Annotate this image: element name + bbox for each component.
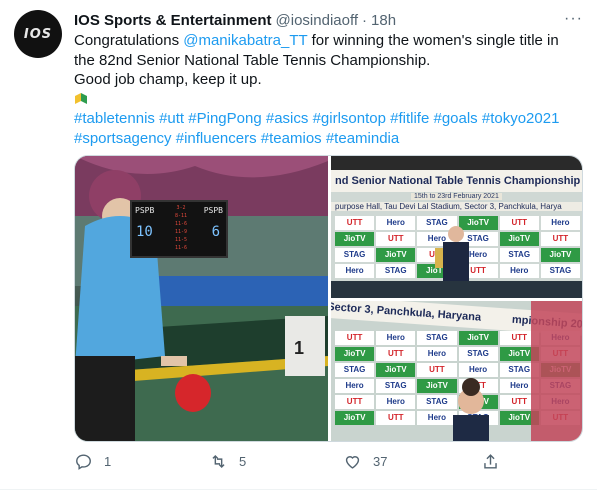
reply-count: 1 bbox=[104, 454, 112, 469]
scoreboard-score-left: 10 bbox=[136, 224, 153, 240]
tweet: IOS ··· IOS Sports & Entertainment @iosi… bbox=[0, 0, 597, 490]
like-count: 37 bbox=[373, 454, 388, 469]
hashtag-link[interactable]: #sportsagency bbox=[74, 130, 172, 147]
tweet-content: IOS Sports & Entertainment @iosindiaoff … bbox=[74, 10, 584, 148]
reply-icon bbox=[76, 454, 91, 470]
set-score: 11-6 bbox=[174, 221, 188, 227]
hashtag-link[interactable]: #fitlife bbox=[390, 110, 429, 127]
emoji-line bbox=[74, 90, 574, 110]
champion-photo[interactable]: Sector 3, Panchkula, Haryana mpionship 2… bbox=[331, 301, 582, 441]
hashtag-link[interactable]: #girlsontop bbox=[313, 110, 386, 127]
scoreboard-sets: 3-2 8-11 11-6 11-9 11-5 11-6 bbox=[170, 204, 192, 252]
set-score: 3-2 bbox=[176, 205, 186, 211]
set-score: 8-11 bbox=[174, 213, 188, 219]
hashtag-row-2: #sportsagency #influencers #teamios #tea… bbox=[74, 129, 574, 149]
retweet-button[interactable]: 5 bbox=[209, 452, 246, 471]
hashtag-row-1: #tabletennis #utt #PingPong #asics #girl… bbox=[74, 109, 574, 129]
hashtag-link[interactable]: #tabletennis bbox=[74, 110, 155, 127]
share-icon bbox=[484, 454, 497, 469]
timestamp[interactable]: 18h bbox=[371, 12, 396, 29]
set-score: 11-9 bbox=[174, 229, 188, 235]
text-line-3: Good job champ, keep it up. bbox=[74, 71, 262, 88]
hashtag-link[interactable]: #PingPong bbox=[188, 110, 261, 127]
separator: · bbox=[362, 11, 368, 29]
hashtag-link[interactable]: #tokyo2021 bbox=[482, 110, 560, 127]
scoreboard-score-right: 6 bbox=[211, 224, 220, 240]
match-photo[interactable]: PSPB PSPB 10 6 3-2 8-11 11-6 11-9 11-5 11-6 1 bbox=[75, 156, 328, 441]
hashtag-link[interactable]: #goals bbox=[433, 110, 477, 127]
avatar-logo: IOS bbox=[23, 26, 53, 42]
court-number: 1 bbox=[294, 338, 305, 358]
hashtag-link[interactable]: #teamios bbox=[261, 130, 322, 147]
mention-link[interactable]: @manikabatra_TT bbox=[183, 32, 307, 49]
tweet-header: IOS Sports & Entertainment @iosindiaoff … bbox=[74, 10, 584, 30]
hashtag-link[interactable]: #utt bbox=[159, 110, 184, 127]
beginner-leaf-icon bbox=[75, 92, 87, 104]
podium-scene bbox=[331, 156, 582, 298]
reply-button[interactable]: 1 bbox=[74, 452, 111, 471]
tweet-text: Congratulations @manikabatra_TT for winn… bbox=[74, 31, 574, 148]
text-fragment: Congratulations bbox=[74, 32, 184, 49]
share-button[interactable] bbox=[481, 452, 500, 471]
hashtag-link[interactable]: #influencers bbox=[176, 130, 257, 147]
champion-scene bbox=[453, 301, 582, 441]
retweet-count: 5 bbox=[239, 454, 247, 469]
author-name[interactable]: IOS Sports & Entertainment bbox=[74, 12, 272, 29]
avatar[interactable]: IOS bbox=[14, 10, 62, 58]
media-grid[interactable]: PSPB PSPB 10 6 3-2 8-11 11-6 11-9 11-5 11-6 1… bbox=[74, 155, 583, 442]
text-fragment: for winning the women's single title in bbox=[307, 32, 559, 49]
text-line-1: Congratulations @manikabatra_TT for winn… bbox=[74, 31, 574, 51]
scoreboard: PSPB PSPB 10 6 3-2 8-11 11-6 11-9 11-5 11-6 bbox=[130, 200, 228, 258]
podium-photo[interactable]: nd Senior National Table Tennis Champion… bbox=[331, 156, 582, 298]
author-handle[interactable]: @iosindiaoff bbox=[276, 12, 359, 29]
set-score: 11-5 bbox=[174, 237, 188, 243]
like-button[interactable]: 37 bbox=[343, 452, 387, 471]
heart-icon bbox=[345, 456, 360, 469]
set-score: 11-6 bbox=[174, 245, 188, 251]
hashtag-link[interactable]: #asics bbox=[266, 110, 309, 127]
scoreboard-team-right: PSPB bbox=[203, 206, 223, 215]
action-bar: 1 5 37 bbox=[74, 452, 514, 474]
match-scene bbox=[75, 156, 328, 441]
scoreboard-team-left: PSPB bbox=[135, 206, 155, 215]
hashtag-link[interactable]: #teamindia bbox=[326, 130, 399, 147]
text-line-2: the 82nd Senior National Table Tennis Ch… bbox=[74, 51, 431, 69]
retweet-icon bbox=[212, 454, 225, 469]
